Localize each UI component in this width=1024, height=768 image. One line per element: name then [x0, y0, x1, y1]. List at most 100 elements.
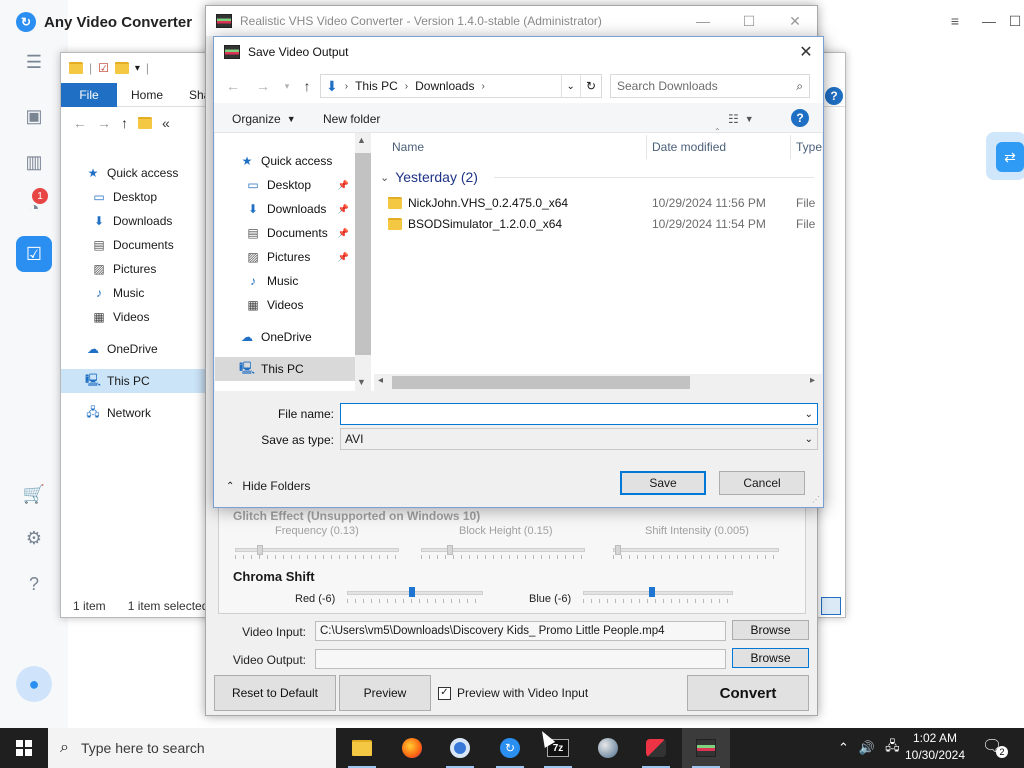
taskbar-app-red[interactable] [632, 728, 680, 768]
nav-pane-scroll-thumb[interactable] [355, 153, 371, 355]
forward-arrow-icon[interactable]: → [97, 115, 111, 131]
recent-locations-chevron-icon[interactable]: ▾ [276, 75, 298, 97]
convert-button[interactable]: Convert [687, 675, 809, 711]
avc-menu-icon[interactable]: ≡ [944, 10, 966, 32]
up-arrow-icon[interactable]: ↑ [121, 115, 128, 131]
breadcrumb-downloads[interactable]: Downloads [410, 79, 479, 93]
explorer-nav-quick-access[interactable]: ★ Quick access [61, 161, 207, 185]
column-header-type[interactable]: Type [796, 137, 822, 157]
new-folder-button[interactable]: New folder [323, 110, 380, 128]
taskbar-clock[interactable]: 1:02 AM 10/30/2024 [898, 730, 972, 766]
customize-toolbar-icon[interactable]: ▾ [135, 63, 140, 74]
chevron-right-icon[interactable]: › [479, 81, 486, 92]
chevron-down-icon[interactable]: ⌄ [805, 409, 813, 420]
breadcrumb-this-pc[interactable]: This PC [350, 79, 403, 93]
chevron-down-icon[interactable]: ⌄ [805, 434, 813, 445]
back-arrow-icon[interactable]: ← [222, 75, 244, 97]
change-view-button[interactable]: ☷ ▼ [728, 110, 754, 128]
chevron-right-icon[interactable]: › [343, 81, 350, 92]
cart-icon[interactable]: 🛒 [20, 480, 48, 508]
preview-with-input-checkbox-row[interactable]: ✓ Preview with Video Input [438, 686, 588, 700]
scroll-right-arrow-icon[interactable]: ▸ [810, 375, 815, 386]
forward-arrow-icon[interactable]: → [252, 75, 274, 97]
shift-intensity-slider-thumb[interactable] [615, 545, 621, 555]
explorer-nav-this-pc[interactable]: 🖳 This PC [61, 369, 207, 393]
address-dropdown-chevron-icon[interactable]: ⌄ [560, 75, 580, 97]
address-fragment[interactable]: « [162, 115, 170, 131]
dialog-nav-videos[interactable]: ▦ Videos [215, 293, 355, 317]
chevron-right-icon[interactable]: › [403, 81, 410, 92]
taskbar-any-video-converter[interactable]: ↻ [486, 728, 534, 768]
explorer-help-icon[interactable]: ? [825, 87, 843, 105]
shift-intensity-slider[interactable] [613, 548, 779, 552]
blue-shift-slider[interactable] [583, 591, 733, 595]
block-height-slider-thumb[interactable] [447, 545, 453, 555]
properties-icon[interactable]: ☑ [98, 61, 109, 75]
tasks-icon[interactable]: ☑ [16, 236, 52, 272]
library-icon[interactable]: ▥ [20, 148, 48, 176]
taskbar-firefox[interactable] [388, 728, 436, 768]
reset-to-default-button[interactable]: Reset to Default [214, 675, 336, 711]
refresh-icon[interactable]: ↻ [579, 75, 601, 97]
cancel-button[interactable]: Cancel [719, 471, 805, 495]
blue-shift-slider-thumb[interactable] [649, 587, 655, 597]
file-list-scroll-thumb[interactable] [392, 376, 690, 389]
start-button[interactable] [0, 728, 48, 768]
hide-folders-toggle[interactable]: ⌃ Hide Folders [226, 479, 310, 493]
group-header-yesterday[interactable]: ⌄ Yesterday (2) [380, 169, 478, 185]
file-row[interactable]: NickJohn.VHS_0.2.475.0_x64 10/29/2024 11… [388, 192, 818, 214]
red-shift-slider-thumb[interactable] [409, 587, 415, 597]
browse-input-button[interactable]: Browse [732, 620, 809, 640]
scroll-left-arrow-icon[interactable]: ◂ [378, 375, 383, 386]
taskbar-search-box[interactable]: ⌕ Type here to search [48, 728, 336, 768]
explorer-nav-music[interactable]: ♪ Music [61, 281, 207, 305]
explorer-nav-pictures[interactable]: ▨ Pictures [61, 257, 207, 281]
show-hidden-icons-icon[interactable]: ⌃ [838, 740, 849, 756]
video-output-field[interactable] [315, 649, 726, 669]
dialog-nav-music[interactable]: ♪ Music [215, 269, 355, 293]
back-arrow-icon[interactable]: ← [73, 115, 87, 131]
taskbar-file-explorer[interactable] [338, 728, 386, 768]
scroll-down-arrow-icon[interactable]: ▼ [357, 377, 366, 387]
explorer-nav-network[interactable]: 🖧 Network [61, 401, 207, 425]
volume-icon[interactable]: 🔊 [859, 740, 875, 756]
explorer-nav-desktop[interactable]: ▭ Desktop [61, 185, 207, 209]
preview-button[interactable]: Preview [339, 675, 431, 711]
help-icon[interactable]: ? [20, 570, 48, 598]
dialog-nav-desktop[interactable]: ▭ Desktop 📌 [215, 173, 355, 197]
block-height-slider[interactable] [421, 548, 585, 552]
explorer-nav-videos[interactable]: ▦ Videos [61, 305, 207, 329]
explorer-nav-downloads[interactable]: ⬇ Downloads [61, 209, 207, 233]
taskbar-app-globe[interactable] [584, 728, 632, 768]
save-as-type-select[interactable]: AVI ⌄ [340, 428, 818, 450]
file-row[interactable]: BSODSimulator_1.2.0.0_x64 10/29/2024 11:… [388, 213, 818, 235]
dialog-nav-this-pc[interactable]: 🖳 This PC [215, 357, 355, 381]
explorer-nav-documents[interactable]: ▤ Documents [61, 233, 207, 257]
avc-maximize-button[interactable]: ☐ [1004, 10, 1024, 32]
up-arrow-icon[interactable]: ↑ [296, 75, 318, 97]
ribbon-tab-home[interactable]: Home [131, 83, 163, 107]
settings-gear-icon[interactable]: ⚙ [20, 524, 48, 552]
file-name-input[interactable]: ⌄ [340, 403, 818, 425]
toolbox-icon[interactable]: ▣ [20, 102, 48, 130]
save-button[interactable]: Save [620, 471, 706, 495]
dialog-nav-downloads[interactable]: ⬇ Downloads 📌 [215, 197, 355, 221]
menu-icon[interactable]: ☰ [20, 48, 48, 76]
vhs-maximize-button[interactable]: ☐ [726, 6, 772, 36]
vhs-minimize-button[interactable]: — [680, 6, 726, 36]
vhs-close-button[interactable]: ✕ [772, 6, 818, 36]
column-header-date-modified[interactable]: Date modified [652, 137, 726, 157]
dialog-help-icon[interactable]: ? [791, 109, 809, 127]
address-bar[interactable]: ⬇ › This PC › Downloads › ⌄ ↻ [320, 74, 602, 98]
frequency-slider-thumb[interactable] [257, 545, 263, 555]
avc-minimize-button[interactable]: — [978, 10, 1000, 32]
search-downloads-input[interactable]: Search Downloads ⌕ [610, 74, 810, 98]
browse-output-button[interactable]: Browse [732, 648, 809, 668]
user-avatar[interactable]: ● [16, 666, 52, 702]
scroll-up-arrow-icon[interactable]: ▲ [357, 135, 366, 145]
resize-grip-icon[interactable]: ⋰ [812, 495, 820, 504]
organize-button[interactable]: Organize ▼ [232, 110, 296, 128]
new-folder-icon[interactable] [114, 62, 129, 74]
explorer-nav-onedrive[interactable]: ☁ OneDrive [61, 337, 207, 361]
video-input-field[interactable]: C:\Users\vm5\Downloads\Discovery Kids_ P… [315, 621, 726, 641]
